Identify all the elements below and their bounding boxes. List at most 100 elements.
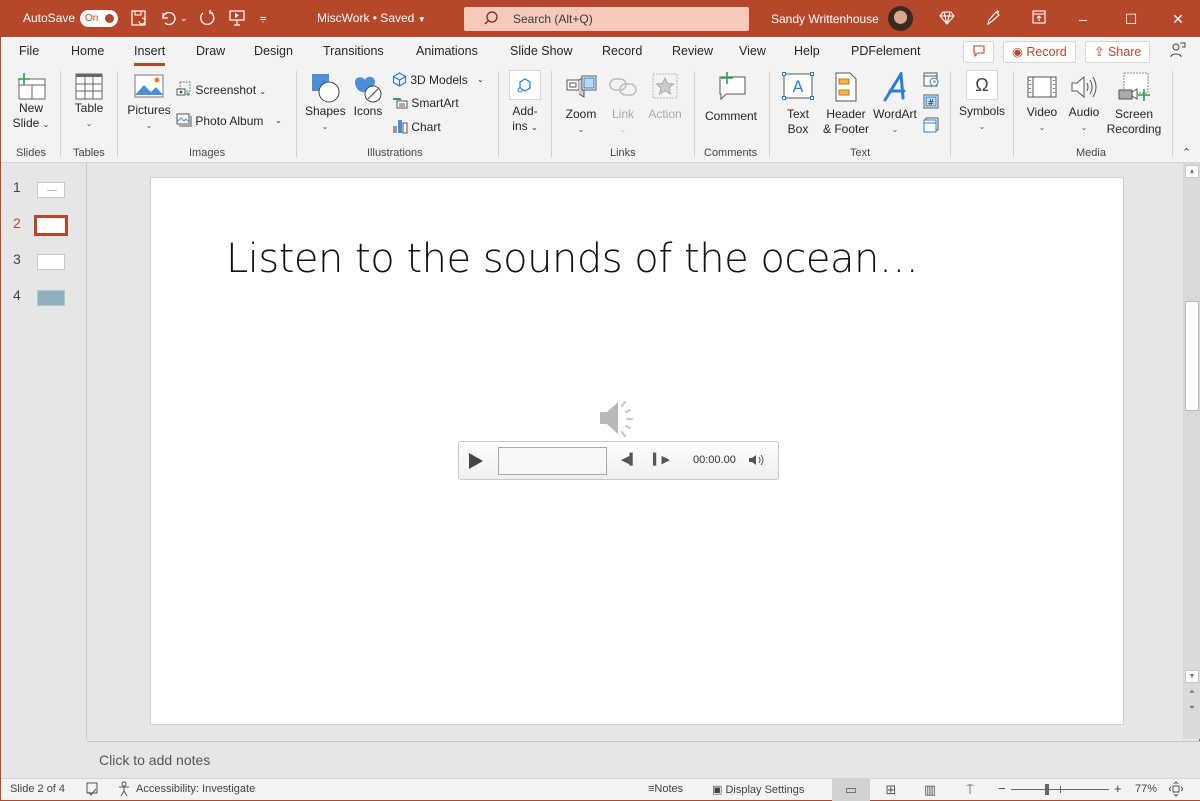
tab-help[interactable]: Help: [794, 44, 820, 58]
collapse-ribbon-icon[interactable]: ⌃: [1182, 145, 1191, 161]
text-box-button[interactable]: A Text Box: [779, 72, 817, 137]
3d-models-dropdown-icon[interactable]: ⌄: [477, 72, 484, 88]
screen-recording-button[interactable]: Screen Recording: [1105, 72, 1163, 137]
fit-to-window-icon[interactable]: [1168, 781, 1184, 800]
slide-canvas[interactable]: Listen to the sounds of the ocean… ◀▍ ▍▶…: [150, 177, 1124, 725]
previous-slide-button[interactable]: ⏶: [1185, 687, 1199, 697]
action-button[interactable]: Action: [645, 71, 685, 122]
scroll-down-button[interactable]: ▼: [1185, 670, 1199, 683]
table-button[interactable]: Table ⌄: [71, 71, 107, 131]
present-from-beginning-icon[interactable]: [228, 9, 246, 32]
audio-speaker-icon[interactable]: [597, 398, 637, 441]
add-ins-button[interactable]: Add- ins ⌄: [508, 70, 542, 135]
audio-button[interactable]: Audio ⌄: [1065, 74, 1103, 135]
ribbon-display-options-icon[interactable]: [1031, 9, 1047, 30]
slide-show-button[interactable]: ⍑: [951, 779, 989, 801]
pictures-button[interactable]: Pictures ⌄: [126, 73, 172, 133]
link-button[interactable]: Link ⌄: [606, 73, 640, 137]
scroll-thumb[interactable]: [1185, 301, 1199, 411]
slide-number-button[interactable]: #: [923, 94, 939, 113]
icons-button[interactable]: Icons: [351, 72, 385, 119]
close-button[interactable]: ✕: [1163, 7, 1193, 31]
tab-home[interactable]: Home: [71, 44, 104, 58]
tab-design[interactable]: Design: [254, 44, 293, 58]
video-button[interactable]: Video ⌄: [1023, 74, 1061, 135]
slide-thumbnail-3[interactable]: [37, 254, 65, 270]
undo-dropdown-icon[interactable]: ⌄: [180, 9, 188, 27]
zoom-button[interactable]: Zoom ⌄: [561, 73, 601, 137]
tab-pdfelement[interactable]: PDFelement: [851, 44, 920, 58]
tab-record[interactable]: Record: [602, 44, 642, 58]
reading-view-button[interactable]: ▥: [911, 779, 949, 801]
photo-album-dropdown-icon[interactable]: ⌄: [275, 113, 282, 129]
tab-animations[interactable]: Animations: [416, 44, 478, 58]
audio-progress-bar[interactable]: [498, 447, 607, 475]
tab-insert[interactable]: Insert: [134, 44, 166, 66]
search-box[interactable]: Search (Alt+Q): [464, 7, 749, 31]
screenshot-button[interactable]: Screenshot ⌄: [176, 81, 266, 100]
skip-back-button[interactable]: ◀▍: [621, 453, 638, 466]
next-slide-button[interactable]: ⏷: [1185, 703, 1199, 713]
chevron-down-icon: ⌄: [321, 122, 329, 131]
tab-view[interactable]: View: [739, 44, 766, 58]
header-footer-button[interactable]: Header & Footer: [821, 72, 871, 137]
symbols-button[interactable]: Ω Symbols ⌄: [958, 70, 1006, 134]
zoom-slider-thumb[interactable]: [1045, 784, 1049, 795]
photo-album-label: Photo Album: [195, 114, 264, 128]
3d-models-button[interactable]: 3D Models: [392, 72, 468, 88]
accessibility-icon[interactable]: [117, 781, 131, 800]
autosave-toggle[interactable]: On: [80, 10, 118, 27]
zoom-out-button[interactable]: −: [998, 781, 1006, 796]
pen-icon[interactable]: [984, 9, 1002, 32]
share-button[interactable]: ⇪ Share: [1085, 41, 1151, 63]
coauthor-icon[interactable]: [1169, 41, 1187, 62]
play-button[interactable]: [469, 453, 483, 469]
tab-review[interactable]: Review: [672, 44, 713, 58]
date-time-button[interactable]: [923, 71, 939, 91]
slide-sorter-button[interactable]: ⊞: [872, 779, 910, 801]
wordart-button[interactable]: WordArt ⌄: [872, 72, 918, 137]
scroll-up-button[interactable]: ▲: [1185, 165, 1199, 178]
chart-button[interactable]: Chart: [392, 118, 441, 135]
zoom-percentage[interactable]: 77%: [1135, 783, 1157, 795]
notes-toggle[interactable]: ≡Notes: [648, 783, 683, 795]
shapes-button[interactable]: Shapes ⌄: [305, 72, 346, 134]
vertical-scrollbar[interactable]: ▲ ▼ ⏶ ⏷: [1183, 163, 1200, 739]
slide-title[interactable]: Listen to the sounds of the ocean…: [226, 236, 919, 282]
audio-icon: [1071, 75, 1097, 99]
slide-thumbnail-2[interactable]: [34, 215, 68, 236]
slide-thumbnail-4[interactable]: [37, 290, 65, 306]
spelling-check-icon[interactable]: [85, 781, 99, 800]
smartart-button[interactable]: SmartArt: [392, 95, 459, 111]
redo-icon[interactable]: [198, 9, 216, 32]
tab-slide-show[interactable]: Slide Show: [510, 44, 573, 58]
undo-icon[interactable]: [159, 9, 177, 32]
tab-draw[interactable]: Draw: [196, 44, 225, 58]
zoom-in-button[interactable]: +: [1114, 781, 1122, 796]
skip-forward-button[interactable]: ▍▶: [653, 453, 670, 466]
comment-button[interactable]: Comment: [703, 71, 759, 124]
comments-button[interactable]: [963, 41, 994, 63]
user-name[interactable]: Sandy Writtenhouse: [771, 12, 879, 26]
new-slide-button[interactable]: New Slide ⌄: [9, 71, 53, 132]
photo-album-button[interactable]: Photo Album: [176, 113, 263, 129]
customize-toolbar-icon[interactable]: ⩦: [260, 9, 266, 27]
user-avatar[interactable]: [888, 6, 913, 31]
minimize-button[interactable]: –: [1068, 7, 1098, 31]
normal-view-button[interactable]: ▭: [832, 779, 870, 801]
accessibility-status[interactable]: Accessibility: Investigate: [136, 783, 255, 795]
diamond-premium-icon[interactable]: [938, 9, 956, 32]
zoom-slider[interactable]: [1011, 784, 1109, 795]
record-button[interactable]: ◉ Record: [1003, 41, 1076, 63]
slide-thumbnail-1[interactable]: [37, 182, 65, 198]
volume-button[interactable]: [748, 453, 766, 470]
tab-file[interactable]: File: [19, 44, 39, 58]
save-icon[interactable]: [130, 9, 148, 32]
maximize-button[interactable]: ☐: [1116, 7, 1146, 31]
display-settings-button[interactable]: ▣ Display Settings: [712, 783, 804, 796]
document-title[interactable]: MiscWork • Saved ▼: [317, 11, 426, 25]
tab-transitions[interactable]: Transitions: [323, 44, 384, 58]
notes-pane[interactable]: Click to add notes: [87, 741, 1200, 778]
object-button[interactable]: [923, 117, 939, 137]
display-settings-label: Display Settings: [725, 784, 805, 796]
